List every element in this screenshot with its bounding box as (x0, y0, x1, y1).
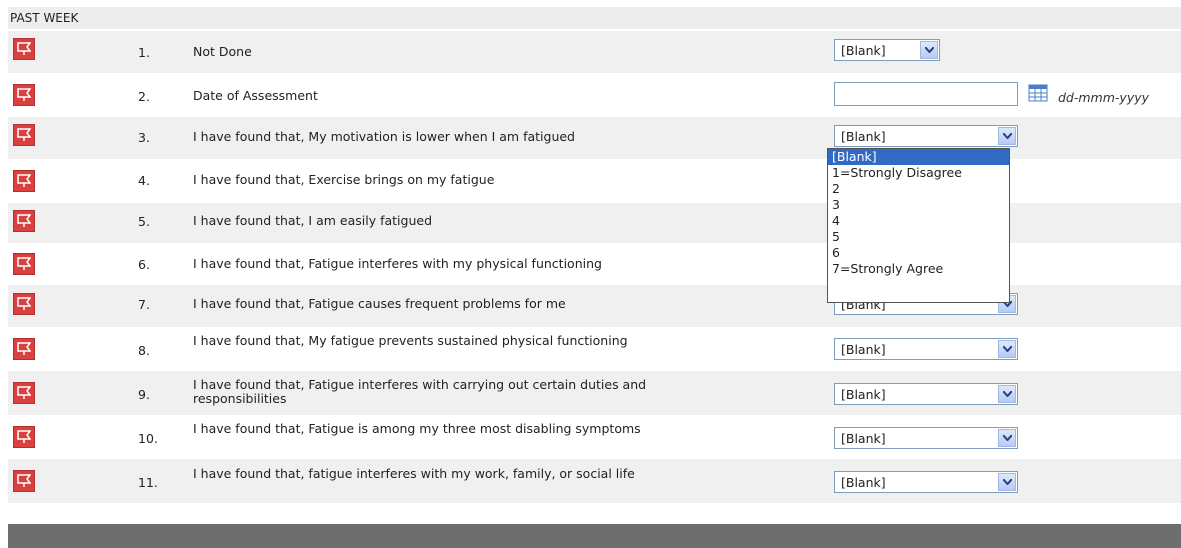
select-value: [Blank] (841, 387, 886, 402)
question-row-10: 10. I have found that, Fatigue is among … (8, 415, 1181, 459)
question-9-select[interactable]: [Blank] (834, 383, 1018, 405)
flag-icon[interactable] (13, 470, 35, 492)
question-row-8: 8. I have found that, My fatigue prevent… (8, 327, 1181, 371)
footer-bar (8, 524, 1181, 548)
flag-icon[interactable] (13, 170, 35, 192)
dropdown-option-blank[interactable]: [Blank] (828, 149, 1009, 165)
dropdown-option-2[interactable]: 2 (828, 181, 1009, 197)
question-text: Not Done (193, 44, 252, 59)
section-header: PAST WEEK (8, 7, 1181, 29)
calendar-icon[interactable] (1028, 84, 1048, 102)
flag-icon[interactable] (13, 293, 35, 315)
dropdown-option-3[interactable]: 3 (828, 197, 1009, 213)
question-text: I have found that, Exercise brings on my… (193, 172, 495, 187)
section-title: PAST WEEK (10, 11, 79, 25)
question-row-1: 1. Not Done [Blank] (8, 31, 1181, 73)
question-row-11: 11. I have found that, fatigue interfere… (8, 459, 1181, 503)
dropdown-option-4[interactable]: 4 (828, 213, 1009, 229)
flag-icon[interactable] (13, 38, 35, 60)
question-number: 7. (138, 297, 150, 312)
question-number: 8. (138, 343, 150, 358)
question-number: 3. (138, 130, 150, 145)
question-text: Date of Assessment (193, 88, 318, 103)
question-text: I have found that, I am easily fatigued (193, 213, 433, 228)
dropdown-option-7[interactable]: 7=Strongly Agree (828, 261, 1009, 277)
question-number: 10. (138, 431, 158, 446)
question-number: 5. (138, 214, 150, 229)
dropdown-option-5[interactable]: 5 (828, 229, 1009, 245)
flag-icon[interactable] (13, 426, 35, 448)
question-number: 1. (138, 45, 150, 60)
select-value: [Blank] (841, 43, 886, 58)
question-row-2: 2. Date of Assessment dd-mmm-yyyy (8, 73, 1181, 117)
question-text: I have found that, My fatigue prevents s… (193, 333, 628, 348)
flag-icon[interactable] (13, 124, 35, 146)
question-3-dropdown-list[interactable]: [Blank] 1=Strongly Disagree 2 3 4 5 6 7=… (827, 148, 1010, 303)
question-text: I have found that, Fatigue interferes wi… (193, 377, 647, 406)
chevron-down-icon[interactable] (998, 340, 1016, 358)
question-text: I have found that, Fatigue causes freque… (193, 296, 566, 311)
flag-icon[interactable] (13, 253, 35, 275)
chevron-down-icon[interactable] (998, 127, 1016, 145)
chevron-down-icon[interactable] (920, 41, 938, 59)
chevron-down-icon[interactable] (998, 429, 1016, 447)
question-number: 2. (138, 89, 150, 104)
question-text: I have found that, Fatigue is among my t… (193, 421, 641, 436)
question-8-select[interactable]: [Blank] (834, 338, 1018, 360)
select-value: [Blank] (841, 431, 886, 446)
flag-icon[interactable] (13, 84, 35, 106)
question-text: I have found that, fatigue interferes wi… (193, 466, 635, 481)
question-3-select[interactable]: [Blank] (834, 125, 1018, 147)
flag-icon[interactable] (13, 338, 35, 360)
chevron-down-icon[interactable] (998, 385, 1016, 403)
question-row-9: 9. I have found that, Fatigue interferes… (8, 371, 1181, 415)
question-text: I have found that, My motivation is lowe… (193, 129, 575, 144)
select-value: [Blank] (841, 342, 886, 357)
question-text: I have found that, Fatigue interferes wi… (193, 256, 602, 271)
date-format-hint: dd-mmm-yyyy (1058, 90, 1150, 105)
dropdown-option-6[interactable]: 6 (828, 245, 1009, 261)
flag-icon[interactable] (13, 210, 35, 232)
dropdown-option-1[interactable]: 1=Strongly Disagree (828, 165, 1009, 181)
select-value: [Blank] (841, 129, 886, 144)
date-of-assessment-input[interactable] (834, 82, 1018, 106)
select-value: [Blank] (841, 475, 886, 490)
flag-icon[interactable] (13, 382, 35, 404)
chevron-down-icon[interactable] (998, 473, 1016, 491)
question-number: 11. (138, 475, 158, 490)
not-done-select[interactable]: [Blank] (834, 39, 940, 61)
question-number: 6. (138, 257, 150, 272)
question-number: 9. (138, 387, 150, 402)
question-10-select[interactable]: [Blank] (834, 427, 1018, 449)
question-11-select[interactable]: [Blank] (834, 471, 1018, 493)
question-number: 4. (138, 173, 150, 188)
